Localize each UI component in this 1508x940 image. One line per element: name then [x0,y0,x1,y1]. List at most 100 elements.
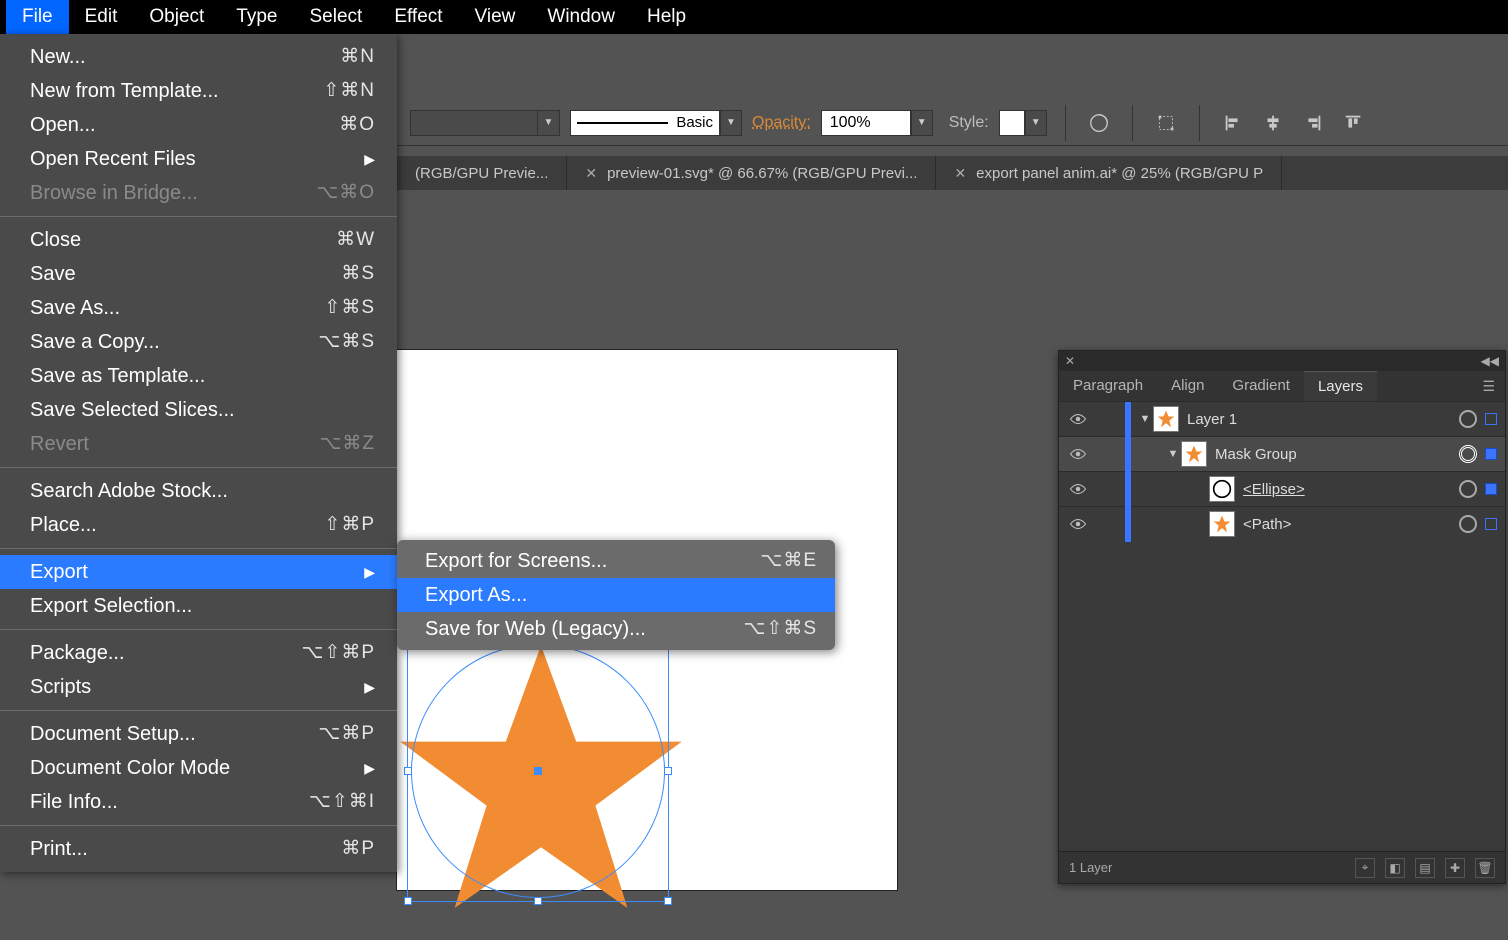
menu-item[interactable]: Save as Template... [0,359,397,393]
target-icon[interactable] [1459,515,1477,533]
menu-item[interactable]: Search Adobe Stock... [0,474,397,508]
selection-bounds[interactable] [407,640,669,902]
transform-icon[interactable] [1151,108,1181,138]
selection-handle[interactable] [534,897,542,905]
document-tab[interactable]: ✕export panel anim.ai* @ 25% (RGB/GPU P [936,156,1282,190]
align-hcenter-icon[interactable] [1258,108,1288,138]
menu-item-label: Export for Screens... [425,547,607,575]
opacity-chevron[interactable]: ▼ [911,110,933,136]
menu-item[interactable]: Export Selection... [0,589,397,623]
recolor-icon[interactable] [1084,108,1114,138]
menubar-item-view[interactable]: View [459,0,532,34]
layer-row[interactable]: <Ellipse> [1059,471,1505,506]
document-tab[interactable]: ✕preview-01.svg* @ 66.67% (RGB/GPU Previ… [567,156,936,190]
menubar-item-window[interactable]: Window [531,0,631,34]
menu-item[interactable]: Export As... [397,578,835,612]
panel-tab-gradient[interactable]: Gradient [1218,371,1304,401]
close-icon[interactable]: ✕ [954,165,966,182]
opacity-label[interactable]: Opacity: [752,114,811,132]
layer-name[interactable]: <Path> [1243,516,1459,533]
menu-item[interactable]: Export▶ [0,555,397,589]
menu-item[interactable]: New from Template...⇧⌘N [0,74,397,108]
menu-item[interactable]: Export for Screens... ⌥⌘E [397,544,835,578]
menu-item-label: Place... [30,511,97,539]
menubar-item-select[interactable]: Select [294,0,379,34]
panel-tab-paragraph[interactable]: Paragraph [1059,371,1157,401]
align-left-icon[interactable] [1218,108,1248,138]
close-icon[interactable]: ✕ [585,165,597,182]
visibility-toggle[interactable] [1059,483,1097,495]
close-icon[interactable]: ✕ [1065,354,1075,368]
panel-menu-icon[interactable]: ☰ [1472,378,1505,395]
menu-item[interactable]: Open Recent Files▶ [0,142,397,176]
menu-item[interactable]: Close⌘W [0,223,397,257]
document-tab-title: (RGB/GPU Previe... [415,165,548,182]
locate-object-icon[interactable]: ⌖ [1355,858,1375,878]
menu-item[interactable]: Open...⌘O [0,108,397,142]
layer-name[interactable]: Layer 1 [1187,411,1459,428]
menu-item[interactable]: Place...⇧⌘P [0,508,397,542]
layer-row[interactable]: <Path> [1059,506,1505,541]
stroke-preset-chevron[interactable]: ▼ [720,110,742,136]
submenu-arrow-icon: ▶ [364,673,375,701]
panel-tabs: ParagraphAlignGradientLayers ☰ [1059,371,1505,401]
menu-item[interactable]: Print...⌘P [0,832,397,866]
align-right-icon[interactable] [1298,108,1328,138]
panel-titlebar[interactable]: ✕ ◀◀ [1059,351,1505,371]
menu-item[interactable]: New...⌘N [0,40,397,74]
menu-item[interactable]: Save for Web (Legacy)...⌥⇧⌘S [397,612,835,646]
target-icon[interactable] [1459,480,1477,498]
style-swatch[interactable] [999,110,1025,136]
menubar-item-object[interactable]: Object [133,0,220,34]
style-chevron[interactable]: ▼ [1025,110,1047,136]
layer-name[interactable]: <Ellipse> [1243,481,1459,498]
menu-shortcut: ⌥⌘E [760,547,817,575]
selection-handle[interactable] [404,767,412,775]
target-icon[interactable] [1459,445,1477,463]
new-layer-icon[interactable]: ✚ [1445,858,1465,878]
menubar-item-edit[interactable]: Edit [69,0,134,34]
menu-item[interactable]: Document Color Mode▶ [0,751,397,785]
stroke-preset[interactable]: Basic [570,110,720,136]
selection-handle[interactable] [664,897,672,905]
fill-stroke-dropdown[interactable]: ▼ [410,110,560,136]
selection-handle[interactable] [664,767,672,775]
menubar-item-effect[interactable]: Effect [378,0,458,34]
disclosure-triangle-icon[interactable]: ▼ [1165,448,1181,460]
make-clipping-mask-icon[interactable]: ◧ [1385,858,1405,878]
menu-item[interactable]: Save As...⇧⌘S [0,291,397,325]
selection-handle[interactable] [404,897,412,905]
menu-item[interactable]: File Info...⌥⇧⌘I [0,785,397,819]
document-tab[interactable]: (RGB/GPU Previe... [397,156,567,190]
menu-item[interactable]: Package...⌥⇧⌘P [0,636,397,670]
stroke-preset-label: Basic [676,114,713,131]
target-icon[interactable] [1459,410,1477,428]
menu-item[interactable]: Document Setup...⌥⌘P [0,717,397,751]
disclosure-triangle-icon[interactable]: ▼ [1137,413,1153,425]
delete-layer-icon[interactable]: 🗑 [1475,858,1495,878]
menubar-item-help[interactable]: Help [631,0,702,34]
menubar-item-type[interactable]: Type [220,0,293,34]
selection-indicator[interactable] [1485,483,1497,495]
menu-item[interactable]: Save a Copy...⌥⌘S [0,325,397,359]
new-sublayer-icon[interactable]: ▤ [1415,858,1435,878]
panel-tab-align[interactable]: Align [1157,371,1218,401]
layer-row[interactable]: ▼ Mask Group [1059,436,1505,471]
visibility-toggle[interactable] [1059,518,1097,530]
menu-item[interactable]: Scripts▶ [0,670,397,704]
menu-item[interactable]: Save⌘S [0,257,397,291]
visibility-toggle[interactable] [1059,448,1097,460]
layer-row[interactable]: ▼ Layer 1 [1059,401,1505,436]
menubar-item-file[interactable]: File [6,0,69,34]
panel-tab-layers[interactable]: Layers [1304,371,1377,401]
menu-item[interactable]: Save Selected Slices... [0,393,397,427]
selection-indicator[interactable] [1485,448,1497,460]
opacity-input[interactable]: 100% [821,110,911,136]
align-top-icon[interactable] [1338,108,1368,138]
visibility-toggle[interactable] [1059,413,1097,425]
selection-indicator[interactable] [1485,413,1497,425]
collapse-icon[interactable]: ◀◀ [1481,354,1499,368]
selection-indicator[interactable] [1485,518,1497,530]
selection-center[interactable] [534,767,542,775]
layer-name[interactable]: Mask Group [1215,446,1459,463]
